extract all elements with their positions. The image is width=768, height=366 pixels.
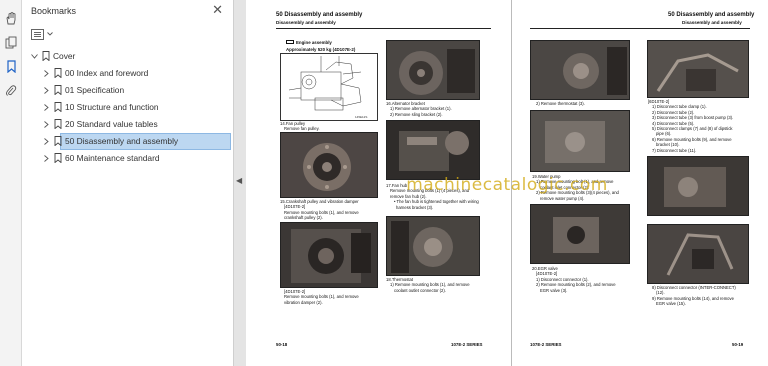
photo-alternator-bracket bbox=[386, 120, 480, 180]
chevron-right-icon[interactable] bbox=[42, 154, 50, 162]
bookmark-label: 60 Maintenance standard bbox=[65, 153, 160, 163]
bookmark-item[interactable]: 50 Disassembly and assembly bbox=[22, 133, 234, 150]
caption-alternator-bracket: 16.Alternator bracket 1) Remove alternat… bbox=[386, 101, 452, 117]
panel-splitter[interactable]: ◀ bbox=[234, 0, 246, 366]
photo-fan-pulley bbox=[386, 40, 480, 100]
pages-icon[interactable] bbox=[3, 34, 19, 50]
svg-text:145E12S: 145E12S bbox=[355, 115, 367, 119]
pdf-viewer-window: Bookmarks ✕ Cover 00 Index and foreword 01… bbox=[0, 0, 768, 366]
bookmark-item[interactable]: 20 Standard value tables bbox=[22, 116, 234, 133]
caption-water-pump: 19.Water pump 1) Remove mounting bolt (1… bbox=[532, 174, 619, 201]
chevron-down-icon bbox=[47, 32, 53, 36]
page-50-19: 50 Disassembly and assembly Disassembly … bbox=[512, 0, 768, 366]
caption-fan-pulley: 14.Fan pulley Remove fan pulley. bbox=[280, 121, 320, 132]
caption-thermostat: 18.Thermostat 1) Remove mounting bolts (… bbox=[386, 277, 470, 293]
diagram-label: Engine assembly bbox=[286, 40, 332, 45]
bookmark-label: 01 Specification bbox=[65, 85, 125, 95]
collapse-arrow-icon[interactable]: ◀ bbox=[236, 176, 242, 185]
photo-water-pump bbox=[530, 110, 630, 172]
photo-egr-tubes bbox=[647, 40, 749, 98]
caption-egr-connector: 8) Disconnect connector (INTER-CONNECT) … bbox=[652, 285, 736, 307]
bookmark-options-button[interactable] bbox=[31, 27, 53, 41]
caption-fan-hub: 17.Fan hub Remove mounting bolts (1) (4 … bbox=[386, 183, 479, 210]
photo-fan-hub bbox=[386, 216, 480, 276]
chevron-right-icon[interactable] bbox=[42, 137, 50, 145]
bookmark-icon bbox=[54, 136, 62, 147]
lifting-icon bbox=[286, 40, 294, 44]
photo-crankshaft-pulley bbox=[280, 132, 378, 198]
diagram-weight: Approximately 520 kg (4D107E-2) bbox=[286, 47, 356, 52]
photo-egr-valve bbox=[530, 204, 630, 264]
document-view[interactable]: 50 Disassembly and assembly Disassembly … bbox=[246, 0, 768, 366]
photo-egr-bracket bbox=[647, 156, 749, 216]
chevron-right-icon[interactable] bbox=[42, 120, 50, 128]
bookmark-tree: Cover 00 Index and foreword 01 Specificati… bbox=[22, 48, 234, 167]
navigation-rail bbox=[0, 0, 22, 366]
bookmark-label: 10 Structure and function bbox=[65, 102, 159, 112]
bookmark-label: 50 Disassembly and assembly bbox=[65, 136, 179, 146]
header-rule bbox=[530, 28, 750, 29]
bookmark-label: 00 Index and foreword bbox=[65, 68, 149, 78]
photo-egr-connector bbox=[647, 224, 749, 284]
page-number: 50-18 bbox=[276, 342, 288, 347]
bookmark-item[interactable]: 01 Specification bbox=[22, 82, 234, 99]
chevron-down-icon[interactable] bbox=[30, 52, 38, 60]
caption-crankshaft-pulley: 15.Crankshaft pulley and vibration dampe… bbox=[280, 199, 359, 221]
bookmark-icon[interactable] bbox=[3, 58, 19, 74]
engine-diagram: 145E12S bbox=[280, 53, 378, 121]
photo-thermostat bbox=[530, 40, 630, 100]
options-icon bbox=[31, 28, 44, 40]
caption-egr-tubes: [6D107E-2] 1) Disconnect tube clamp (1).… bbox=[648, 99, 734, 153]
header-rule bbox=[276, 28, 491, 29]
chevron-right-icon[interactable] bbox=[42, 103, 50, 111]
bookmark-item[interactable]: 00 Index and foreword bbox=[22, 65, 234, 82]
attachment-icon[interactable] bbox=[3, 82, 19, 98]
page-subheader: Disassembly and assembly bbox=[682, 20, 742, 25]
close-icon[interactable]: ✕ bbox=[212, 3, 223, 16]
chevron-right-icon[interactable] bbox=[42, 86, 50, 94]
bookmark-item[interactable]: 10 Structure and function bbox=[22, 99, 234, 116]
bookmarks-panel: Bookmarks ✕ Cover 00 Index and foreword 01… bbox=[22, 0, 234, 366]
chevron-right-icon[interactable] bbox=[42, 69, 50, 77]
page-50-18: 50 Disassembly and assembly Disassembly … bbox=[246, 0, 511, 366]
caption-vibration-damper: [4D107E-2] Remove mounting bolts (1), an… bbox=[284, 289, 359, 305]
page-header: 50 Disassembly and assembly bbox=[276, 12, 363, 18]
bookmark-icon bbox=[42, 51, 50, 62]
bookmark-icon bbox=[54, 85, 62, 96]
hand-icon[interactable] bbox=[3, 10, 19, 26]
bookmark-icon bbox=[54, 153, 62, 164]
panel-title: Bookmarks bbox=[31, 6, 77, 16]
bookmark-item[interactable]: Cover bbox=[22, 48, 234, 65]
bookmark-icon bbox=[54, 102, 62, 113]
photo-vibration-damper bbox=[280, 222, 378, 288]
bookmark-icon bbox=[54, 68, 62, 79]
bookmark-icon bbox=[54, 119, 62, 130]
bookmark-label: Cover bbox=[53, 51, 76, 61]
bookmark-label: 20 Standard value tables bbox=[65, 119, 158, 129]
caption-thermostat-remove: 2) Remove thermostat (3). bbox=[536, 101, 585, 106]
caption-egr-valve: 20.EGR valve [4D107E-2] 1) Disconnect co… bbox=[532, 266, 616, 293]
series-label: 107E-2 SERIES bbox=[530, 342, 562, 347]
series-label: 107E-2 SERIES bbox=[451, 342, 483, 347]
page-header: 50 Disassembly and assembly bbox=[668, 12, 755, 18]
page-number: 50-19 bbox=[732, 342, 744, 347]
bookmark-item[interactable]: 60 Maintenance standard bbox=[22, 150, 234, 167]
page-subheader: Disassembly and assembly bbox=[276, 20, 336, 25]
